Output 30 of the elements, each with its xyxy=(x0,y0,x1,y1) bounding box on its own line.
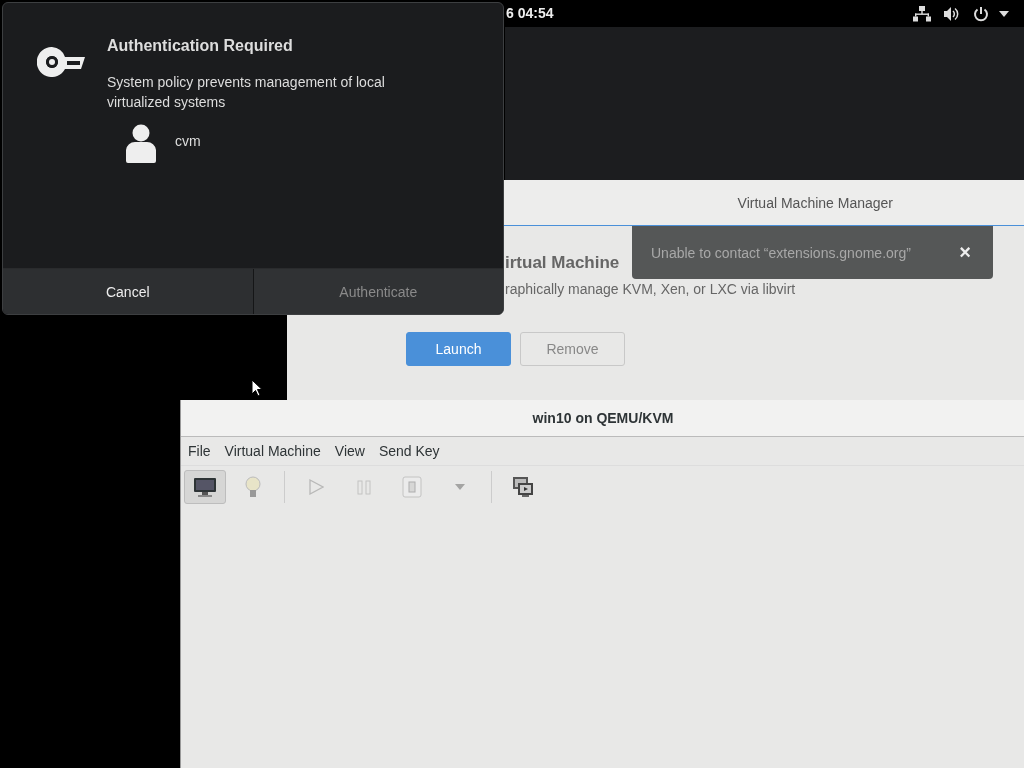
window-title: win10 on QEMU/KVM xyxy=(532,410,674,426)
switch-icon xyxy=(402,476,422,498)
dialog-message: System policy prevents management of local virtualized systems xyxy=(107,73,386,112)
menu-item[interactable]: View xyxy=(334,443,365,459)
clock[interactable]: 6 04:54 xyxy=(506,5,554,21)
power-icon[interactable] xyxy=(973,5,989,22)
monitor-icon xyxy=(193,477,217,497)
play-icon xyxy=(308,479,324,495)
app-summary: raphically manage KVM, Xen, or LXC via libvirt xyxy=(505,281,796,297)
toolbar-button[interactable] xyxy=(184,470,226,504)
caret-icon xyxy=(455,484,465,490)
window-title: Virtual Machine Manager xyxy=(737,194,893,211)
user-icon xyxy=(126,124,156,163)
key-icon xyxy=(37,47,85,77)
screens-icon xyxy=(512,476,534,498)
caret-icon[interactable] xyxy=(999,10,1009,17)
menu-item[interactable]: Virtual Machine xyxy=(224,443,321,459)
volume-icon[interactable] xyxy=(943,5,961,22)
lightbulb-icon xyxy=(245,476,261,498)
user-name: cvm xyxy=(175,132,201,149)
network-icon[interactable] xyxy=(913,5,931,22)
close-button[interactable]: × xyxy=(955,241,975,264)
menu-item[interactable]: Send Key xyxy=(378,443,440,459)
pointer-icon xyxy=(251,379,263,397)
cancel-button[interactable]: Cancel xyxy=(3,269,254,314)
app-name: irtual Machine xyxy=(505,253,620,273)
pause-icon xyxy=(357,479,371,495)
menu-item[interactable]: File xyxy=(188,443,211,459)
dialog-title: Authentication Required xyxy=(107,37,294,55)
notification-message: Unable to contact “extensions.gnome.org” xyxy=(651,244,911,261)
